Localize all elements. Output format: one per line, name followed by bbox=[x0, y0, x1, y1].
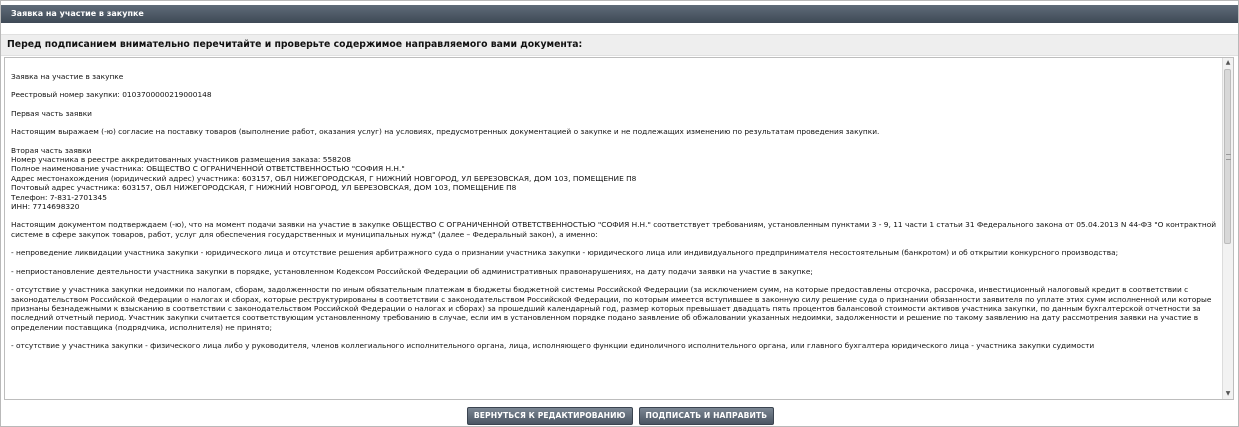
document-preview[interactable]: Заявка на участие в закупке Реестровый н… bbox=[4, 57, 1234, 400]
requirement-item: - отсутствие у участника закупки недоимк… bbox=[11, 285, 1212, 332]
application-window: Заявка на участие в закупке Перед подпис… bbox=[0, 0, 1239, 427]
requirement-item: - неприостановление деятельности участни… bbox=[11, 266, 813, 276]
back-to-edit-button[interactable]: ВЕРНУТЬСЯ К РЕДАКТИРОВАНИЮ bbox=[466, 407, 633, 425]
inn: ИНН: 7714698320 bbox=[11, 202, 80, 212]
part2-title: Вторая часть заявки bbox=[11, 145, 92, 155]
sign-and-send-button[interactable]: ПОДПИСАТЬ И НАПРАВИТЬ bbox=[638, 407, 775, 425]
window-title: Заявка на участие в закупке bbox=[1, 5, 1238, 23]
postal-address: Почтовый адрес участника: 603157, ОБЛ НИ… bbox=[11, 183, 517, 193]
document-heading: Заявка на участие в закупке bbox=[11, 72, 124, 81]
phone: Телефон: 7-831-2701345 bbox=[11, 192, 107, 202]
grip-icon bbox=[1226, 154, 1231, 160]
requirement-item: - отсутствие у участника закупки - физич… bbox=[11, 341, 1095, 351]
part1-text: Настоящим выражаем (-ю) согласие на пост… bbox=[11, 127, 880, 137]
full-name: Полное наименование участника: ОБЩЕСТВО … bbox=[11, 164, 405, 174]
document-content: Заявка на участие в закупке Реестровый н… bbox=[5, 58, 1223, 399]
instruction-text: Перед подписанием внимательно перечитайт… bbox=[1, 34, 1238, 56]
part1-title: Первая часть заявки bbox=[11, 108, 92, 118]
scroll-thumb[interactable] bbox=[1224, 69, 1231, 244]
legal-address: Адрес местонахождения (юридический адрес… bbox=[11, 173, 637, 183]
requirement-item: - непроведение ликвидации участника заку… bbox=[11, 248, 1119, 258]
action-bar: ВЕРНУТЬСЯ К РЕДАКТИРОВАНИЮ ПОДПИСАТЬ И Н… bbox=[1, 407, 1239, 425]
scroll-down-arrow-icon[interactable]: ▼ bbox=[1223, 389, 1233, 399]
vertical-scrollbar[interactable]: ▲ ▼ bbox=[1222, 58, 1233, 399]
confirm-text: Настоящим документом подтверждаем (-ю), … bbox=[11, 220, 1217, 239]
participant-number: Номер участника в реестре аккредитованны… bbox=[11, 155, 351, 165]
scroll-up-arrow-icon[interactable]: ▲ bbox=[1223, 58, 1233, 68]
registry-number: Реестровый номер закупки: 01037000002190… bbox=[11, 90, 212, 100]
